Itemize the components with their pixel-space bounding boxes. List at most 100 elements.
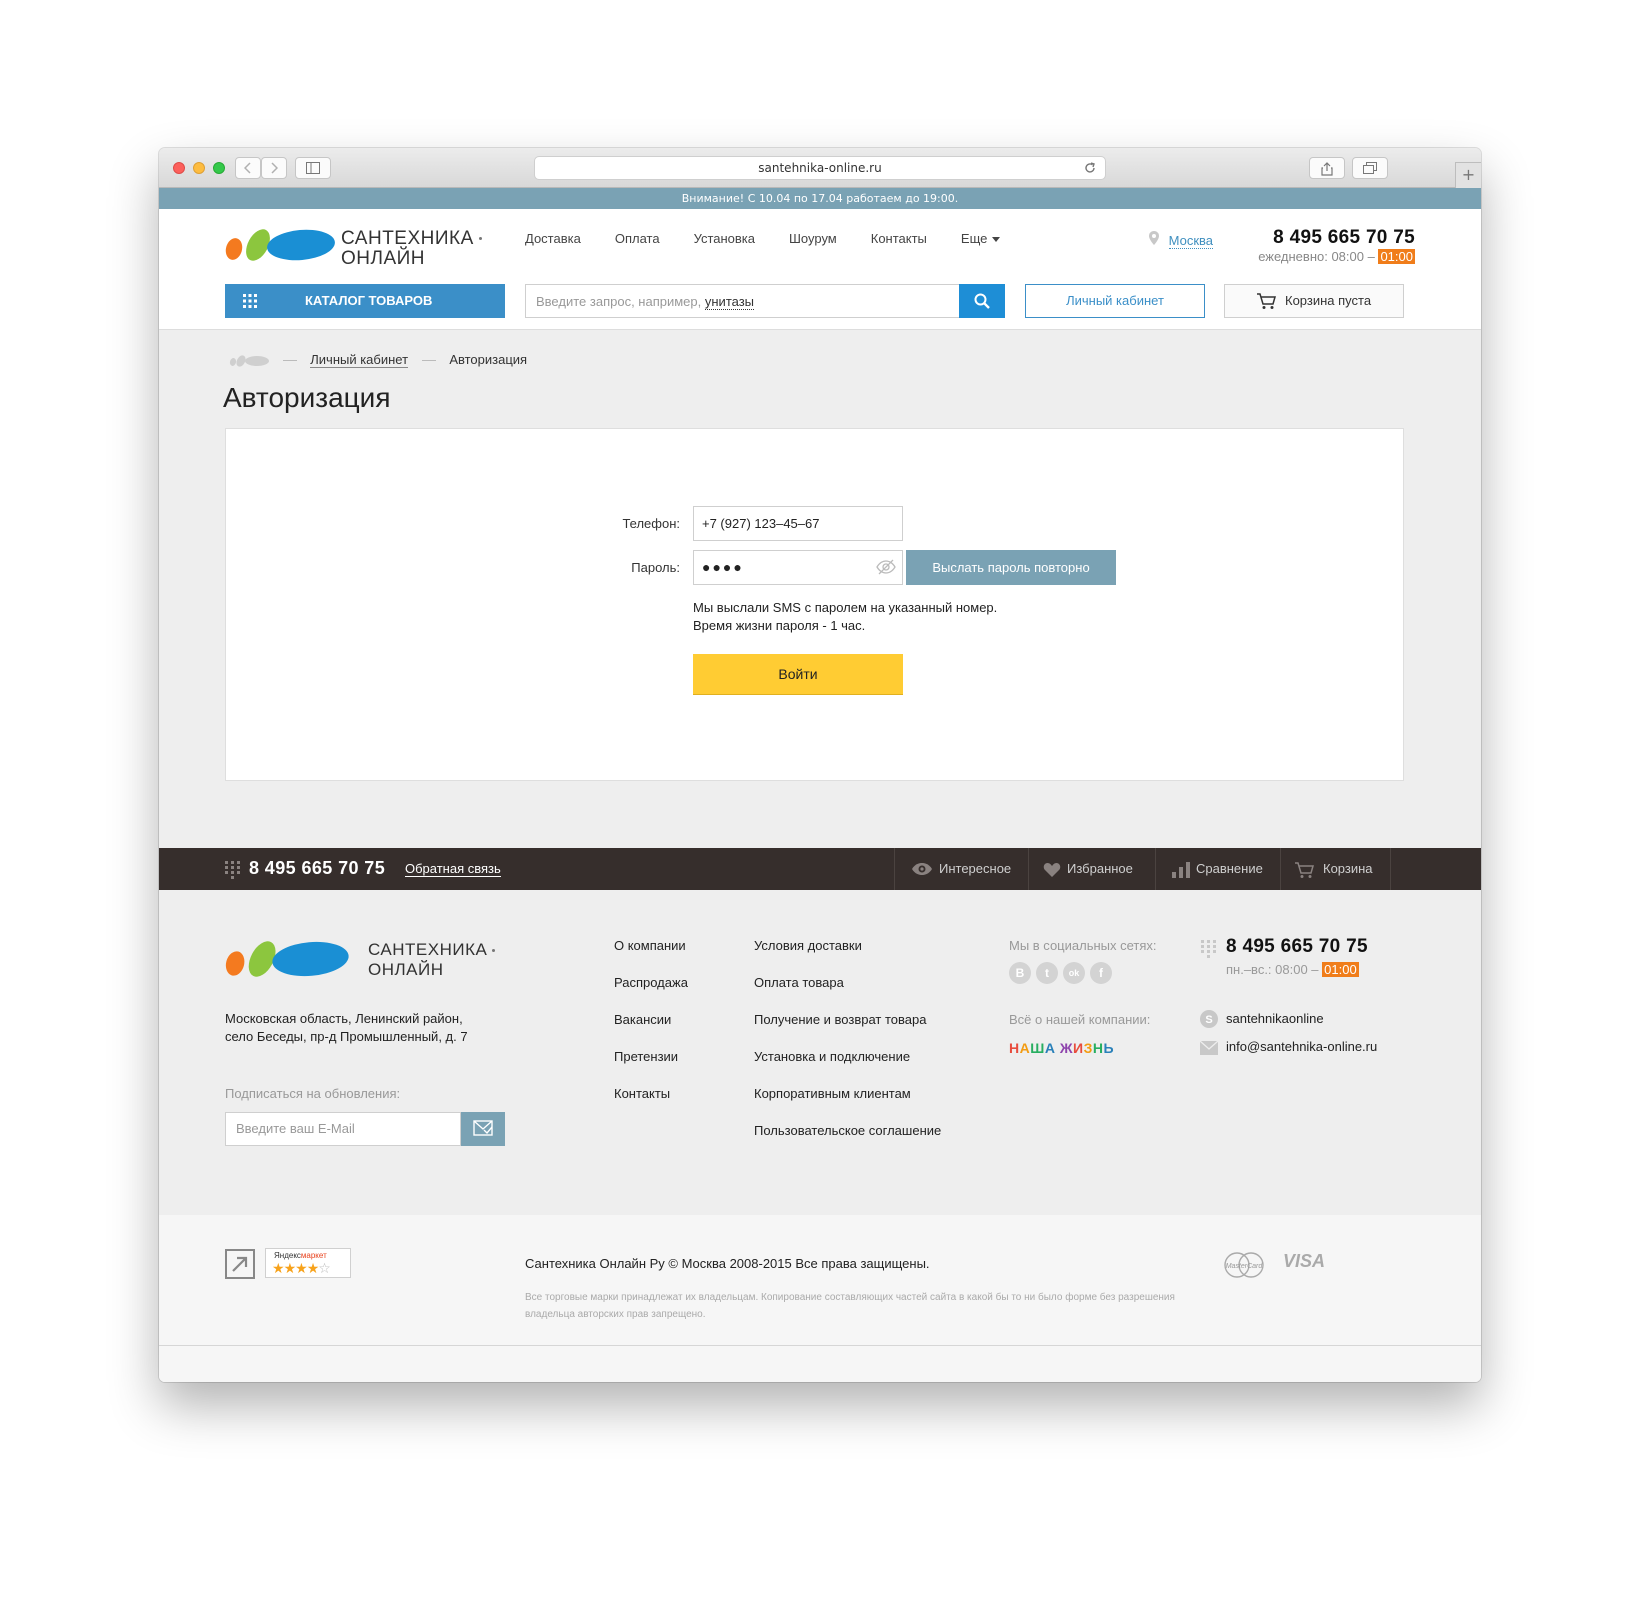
reload-icon[interactable] <box>1083 161 1097 175</box>
bar-chart-icon <box>1172 862 1190 878</box>
footer-link-contacts[interactable]: Контакты <box>614 1086 670 1101</box>
yandex-market-badge[interactable]: Яндексмаркет ★★★★☆ <box>265 1248 351 1278</box>
footer-hours: пн.–вс.: 08:00 – 01:00 <box>1226 962 1359 977</box>
nasha-zhizn-logo[interactable]: НАША ЖИЗНЬ <box>1009 1040 1114 1056</box>
nav-contacts[interactable]: Контакты <box>871 231 927 246</box>
star-filled-icon: ★ <box>306 1261 320 1277</box>
hide-password-icon[interactable] <box>876 559 896 575</box>
header-phone[interactable]: 8 495 665 70 75 <box>1273 227 1415 249</box>
dialpad-icon <box>1201 940 1216 958</box>
arrow-up-right-icon <box>232 1256 248 1272</box>
nav-delivery[interactable]: Доставка <box>525 231 581 246</box>
search-input[interactable]: Введите запрос, например, унитазы <box>525 284 1004 318</box>
facebook-icon[interactable]: f <box>1090 962 1112 984</box>
vk-icon[interactable]: B <box>1009 962 1031 984</box>
nav-payment[interactable]: Оплата <box>615 231 660 246</box>
search-button[interactable] <box>959 284 1005 318</box>
footer-bottom: Яндексмаркет ★★★★☆ Сантехника Онлайн Ру … <box>159 1215 1481 1345</box>
footer-link-sale[interactable]: Распродажа <box>614 975 688 990</box>
footer-phone[interactable]: 8 495 665 70 75 <box>1226 936 1368 958</box>
share-button[interactable] <box>1309 157 1345 179</box>
tab-interesting[interactable]: Интересное <box>894 848 1028 890</box>
nav-showroom[interactable]: Шоурум <box>789 231 837 246</box>
login-button[interactable]: Войти <box>693 654 903 694</box>
nasha-letter: Ш <box>1030 1040 1045 1056</box>
logo-mark-icon <box>225 941 349 977</box>
search-placeholder: Введите запрос, например, унитазы <box>536 294 755 310</box>
subscribe-button[interactable] <box>461 1112 505 1146</box>
ym-label-red: маркет <box>300 1251 327 1260</box>
email-field[interactable]: Введите ваш E-Mail <box>225 1112 461 1146</box>
phone-field[interactable]: +7 (927) 123–45–67 <box>693 506 903 541</box>
footer-link-payment[interactable]: Оплата товара <box>754 975 844 990</box>
page-bottom-strip <box>159 1345 1481 1382</box>
footer-link-corporate[interactable]: Корпоративным клиентам <box>754 1086 911 1101</box>
footer-link-claims[interactable]: Претензии <box>614 1049 678 1064</box>
resend-password-button[interactable]: Выслать пароль повторно <box>906 550 1116 585</box>
minimize-window-button[interactable] <box>193 162 205 174</box>
chevron-right-icon <box>271 162 278 174</box>
breadcrumb-personal-account[interactable]: Личный кабинет <box>310 352 409 368</box>
nav-more-label: Еще <box>960 231 988 246</box>
twitter-icon[interactable]: t <box>1036 962 1058 984</box>
maximize-window-button[interactable] <box>213 162 225 174</box>
footer-hours-highlight: 01:00 <box>1322 962 1359 977</box>
footer-link-installation[interactable]: Установка и подключение <box>754 1049 910 1064</box>
footer-logo[interactable]: САНТЕХНИКА ОНЛАЙН <box>225 938 505 982</box>
envelope-check-icon <box>473 1120 493 1136</box>
footer-link-vacancies[interactable]: Вакансии <box>614 1012 671 1027</box>
skype-icon: S <box>1200 1010 1218 1028</box>
sidebar-toggle-button[interactable] <box>295 157 331 179</box>
footer-logo-line2: ОНЛАЙН <box>368 960 444 979</box>
search-example-link[interactable]: унитазы <box>704 294 755 310</box>
footer-link-returns[interactable]: Получение и возврат товара <box>754 1012 926 1027</box>
url-text: santehnika-online.ru <box>758 161 882 175</box>
nav-installation[interactable]: Установка <box>694 231 755 246</box>
personal-account-button[interactable]: Личный кабинет <box>1025 284 1205 318</box>
footer-toolbar-phone[interactable]: 8 495 665 70 75 <box>249 858 385 879</box>
tab-compare-label: Сравнение <box>1196 861 1263 876</box>
logo-dot <box>478 237 482 241</box>
feedback-link[interactable]: Обратная связь <box>405 861 501 877</box>
nasha-letter: Н <box>1092 1040 1104 1056</box>
tab-compare[interactable]: Сравнение <box>1155 848 1280 890</box>
address-bar[interactable]: santehnika-online.ru <box>534 156 1106 180</box>
cart-button[interactable]: Корзина пуста <box>1224 284 1404 318</box>
new-tab-button[interactable]: + <box>1455 162 1481 188</box>
forward-button[interactable] <box>261 157 287 179</box>
caret-down-icon <box>992 237 1001 243</box>
catalog-button[interactable]: КАТАЛОГ ТОВАРОВ <box>225 284 505 318</box>
map-pin-icon <box>1149 231 1159 245</box>
external-link-icon[interactable] <box>225 1249 255 1279</box>
star-filled-icon: ★ <box>283 1261 297 1277</box>
back-button[interactable] <box>235 157 261 179</box>
sms-note-line2: Время жизни пароля - 1 час. <box>693 618 866 633</box>
site-footer: САНТЕХНИКА ОНЛАЙН Московская область, Ле… <box>159 890 1481 1215</box>
footer-link-about[interactable]: О компании <box>614 938 686 953</box>
odnoklassniki-icon[interactable]: ok <box>1063 962 1085 984</box>
site-logo[interactable]: САНТЕХНИКА ОНЛАЙН <box>225 227 495 271</box>
address-line2: село Беседы, пр-д Промышленный, д. 7 <box>225 1029 468 1044</box>
tabs-overview-button[interactable] <box>1352 157 1388 179</box>
cart-icon <box>1295 862 1314 878</box>
tab-cart[interactable]: Корзина <box>1280 848 1391 890</box>
nav-more[interactable]: Еще <box>960 231 1001 246</box>
skype-contact[interactable]: santehnikaonline <box>1226 1011 1324 1026</box>
breadcrumb-separator <box>421 360 436 362</box>
password-field[interactable]: ●●●● <box>693 550 903 585</box>
chevron-left-icon <box>244 162 251 174</box>
footer-link-delivery-terms[interactable]: Условия доставки <box>754 938 862 953</box>
notice-banner: Внимание! С 10.04 по 17.04 работаем до 1… <box>159 188 1481 209</box>
nasha-letter: А <box>1044 1040 1056 1056</box>
city-selector[interactable]: Москва <box>1149 231 1214 249</box>
eye-icon <box>912 863 932 875</box>
sms-note-line1: Мы выслали SMS с паролем на указанный но… <box>693 600 998 615</box>
tab-favorites[interactable]: Избранное <box>1028 848 1155 890</box>
logo-dot <box>492 949 496 953</box>
email-contact[interactable]: info@santehnika-online.ru <box>1226 1039 1377 1054</box>
footer-link-user-agreement[interactable]: Пользовательское соглашение <box>754 1123 941 1138</box>
logo-mark-icon <box>225 229 335 261</box>
close-window-button[interactable] <box>173 162 185 174</box>
web-page: Внимание! С 10.04 по 17.04 работаем до 1… <box>159 188 1481 1382</box>
home-logo-icon[interactable] <box>229 354 269 367</box>
